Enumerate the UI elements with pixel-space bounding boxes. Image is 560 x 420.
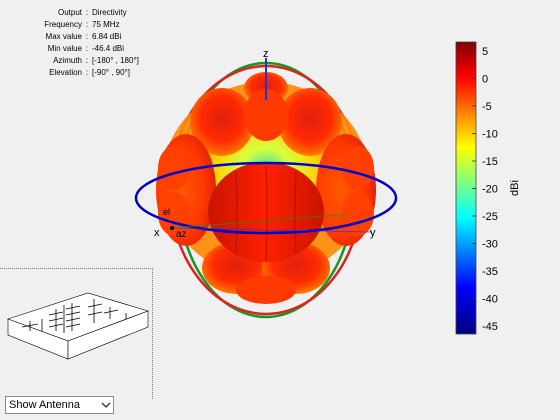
colorbar-label: dBi <box>509 180 521 196</box>
colorbar-tick-label: -20 <box>482 184 498 196</box>
colorbar-tick-label: 5 <box>482 46 488 58</box>
colorbar-tick-label: -30 <box>482 239 498 251</box>
antenna-inset <box>0 268 153 399</box>
colorbar-tick-label: -25 <box>482 211 498 223</box>
colorbar-tick-label: -35 <box>482 266 498 278</box>
colorbar-tick-label: 0 <box>482 74 488 86</box>
azimuth-angle-label: az <box>176 229 187 240</box>
z-axis-label: z <box>263 48 269 60</box>
origin-marker <box>170 226 174 230</box>
colorbar-tick-label: -45 <box>482 321 498 333</box>
colorbar-gradient <box>455 41 477 335</box>
dropdown-value: Show Antenna <box>9 399 80 411</box>
show-antenna-dropdown[interactable]: Show Antenna <box>5 396 114 414</box>
y-axis-label: y <box>370 227 376 239</box>
antenna-geometry-view[interactable] <box>0 269 152 399</box>
colorbar: 5 0 -5 -10 -15 -20 -25 -30 -35 -40 -45 dBi <box>455 41 521 335</box>
elevation-angle-label: el <box>163 207 170 217</box>
pattern-surface <box>156 72 376 304</box>
colorbar-tick-label: -15 <box>482 156 498 168</box>
chevron-down-icon <box>99 397 113 413</box>
x-axis-label: x <box>154 227 160 239</box>
colorbar-tick-label: -10 <box>482 129 498 141</box>
colorbar-tick-label: -40 <box>482 294 498 306</box>
colorbar-tick-label: -5 <box>482 101 492 113</box>
